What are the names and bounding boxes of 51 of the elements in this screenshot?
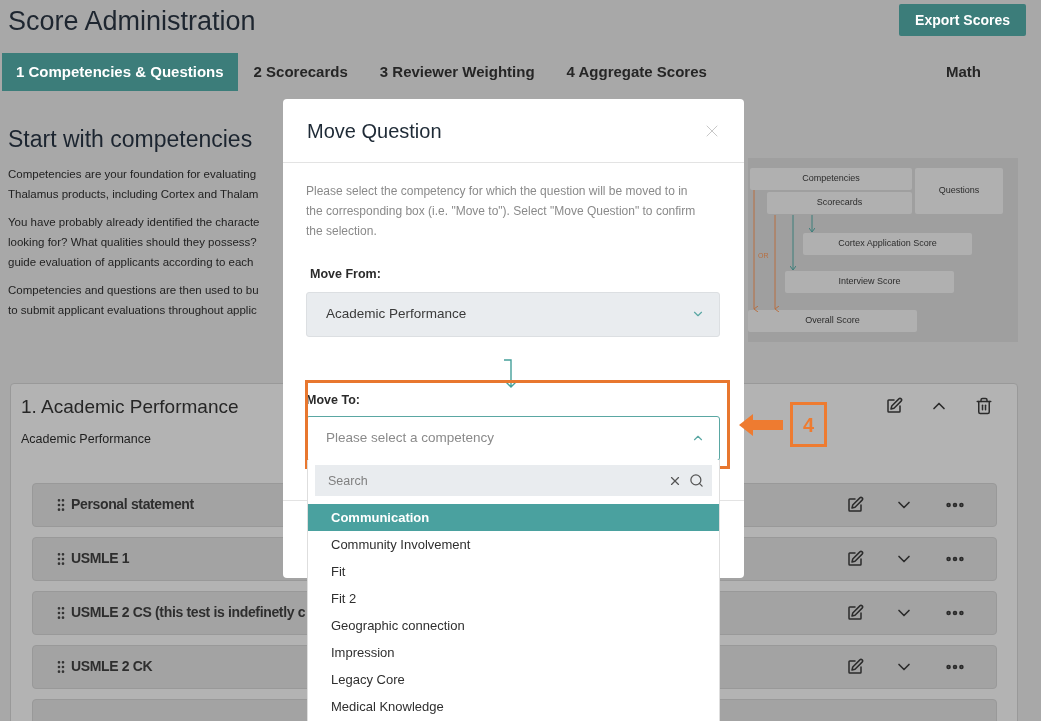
delete-icon[interactable] bbox=[975, 397, 993, 415]
question-label: USMLE 2 CK bbox=[71, 657, 153, 677]
intro-text: Competencies and questions are then used to bu bbox=[8, 283, 260, 298]
modal-title: Move Question bbox=[307, 118, 442, 144]
dropdown-option[interactable]: Fit 2 bbox=[308, 585, 719, 612]
dropdown-option[interactable]: Impression bbox=[308, 639, 719, 666]
search-field[interactable]: Search bbox=[315, 465, 712, 496]
annotation-arrow bbox=[739, 414, 783, 436]
edit-icon[interactable] bbox=[846, 603, 864, 622]
intro-text: guide evaluation of applicants according to each bbox=[8, 255, 255, 270]
clear-icon[interactable] bbox=[668, 474, 682, 488]
intro-text: You have probably already identified the characte bbox=[8, 215, 261, 230]
tab[interactable]: 1 Competencies & Questions bbox=[2, 53, 238, 91]
section-heading: Start with competencies bbox=[8, 125, 254, 154]
step-number: 4 bbox=[790, 402, 827, 447]
diagram-node: Questions bbox=[915, 168, 1003, 214]
diagram-node: Scorecards bbox=[767, 192, 912, 214]
dropdown-option[interactable]: Medical Knowledge bbox=[308, 693, 719, 720]
tab[interactable]: 3 Reviewer Weighting bbox=[363, 53, 551, 91]
tab[interactable]: 2 Scorecards bbox=[237, 53, 364, 91]
competency-title: 1. Academic Performance bbox=[21, 396, 239, 418]
edit-icon[interactable] bbox=[885, 397, 903, 415]
tab[interactable]: Math bbox=[946, 53, 981, 91]
tab[interactable]: 4 Aggregate Scores bbox=[550, 53, 723, 91]
modal-description: Please select the competency for which the question will be moved to in the corresponding box (i.e. "Move to"). Select "Move Question" to confirm the selection. bbox=[306, 183, 697, 240]
dropdown-option[interactable]: Fit bbox=[308, 558, 719, 585]
edit-icon[interactable] bbox=[846, 657, 864, 676]
field-label: Move From: bbox=[310, 266, 382, 283]
arrow bbox=[789, 214, 797, 271]
edit-icon[interactable] bbox=[846, 549, 864, 568]
intro-text: looking for? What qualities should they possess? bbox=[8, 235, 258, 250]
intro-text: Thalamus products, including Cortex and Thalam bbox=[8, 187, 260, 202]
diagram-node: Overall Score bbox=[748, 310, 917, 332]
competency-description: Academic Performance bbox=[21, 431, 152, 448]
intro-text: to submit applicant evaluations throughout applic bbox=[8, 303, 258, 318]
edit-icon[interactable] bbox=[846, 495, 864, 514]
question-label: USMLE 1 bbox=[71, 549, 130, 569]
diagram-node: Cortex Application Score bbox=[803, 233, 972, 255]
arrow bbox=[808, 214, 816, 233]
dropdown-option[interactable]: Geographic connection bbox=[308, 612, 719, 639]
dropdown-option[interactable]: Legacy Core bbox=[308, 666, 719, 693]
export-scores-button[interactable]: Export Scores bbox=[899, 4, 1026, 36]
page-title: Score Administration bbox=[8, 5, 256, 38]
intro-text: Competencies are your foundation for evaluating bbox=[8, 167, 258, 182]
move-from-select[interactable]: Academic Performance bbox=[306, 291, 720, 337]
diagram-node: Interview Score bbox=[785, 271, 954, 293]
diagram-node: Competencies bbox=[750, 168, 912, 190]
dropdown-option[interactable]: Community Involvement bbox=[308, 531, 719, 558]
search-icon bbox=[689, 473, 704, 488]
question-label: USMLE 2 CS (this test is indefinetly c bbox=[71, 603, 306, 623]
question-label: Personal statement bbox=[71, 495, 194, 515]
